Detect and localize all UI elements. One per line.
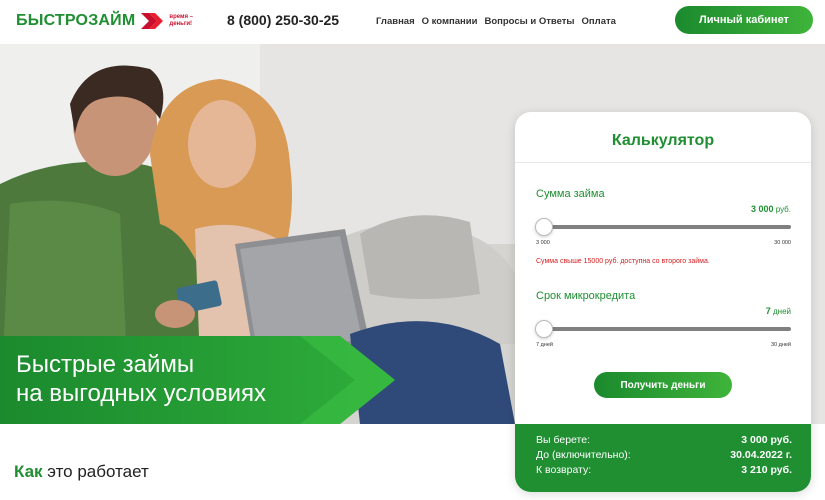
term-min-label: 7 дней xyxy=(536,342,553,348)
get-money-button[interactable]: Получить деньги xyxy=(594,372,732,398)
how-rest: это работает xyxy=(47,462,149,481)
amount-value: 3 000 руб. xyxy=(751,204,791,214)
term-value-unit: дней xyxy=(772,307,791,316)
summary-row-take: Вы берете: 3 000 руб. xyxy=(536,434,792,446)
amount-warning: Сумма свыше 15000 руб. доступна со второ… xyxy=(536,258,710,265)
hero-title: Быстрые займы на выгодных условиях xyxy=(16,350,266,408)
amount-value-number: 3 000 xyxy=(750,204,774,214)
term-label: Срок микрокредита xyxy=(536,290,636,302)
term-value: 7 дней xyxy=(766,306,791,316)
logo-text: БЫСТРОЗАЙМ xyxy=(16,12,136,29)
summary-row-return: К возврату: 3 210 руб. xyxy=(536,464,792,476)
how-highlight: Как xyxy=(14,462,43,481)
hero-title-line-2: на выгодных условиях xyxy=(16,380,266,407)
amount-slider-thumb[interactable] xyxy=(535,218,553,236)
term-max-label: 30 дней xyxy=(770,342,791,348)
personal-cabinet-button[interactable]: Личный кабинет xyxy=(675,6,813,34)
logo[interactable]: БЫСТРОЗАЙМ время – деньги! xyxy=(16,12,201,30)
summary-until-label: До (включительно): xyxy=(536,449,631,461)
main-nav: Главная О компании Вопросы и Ответы Опла… xyxy=(376,16,616,27)
summary-until-value: 30.04.2022 г. xyxy=(730,449,792,461)
nav-link-home[interactable]: Главная xyxy=(376,16,415,27)
calculator-divider xyxy=(515,162,811,163)
term-slider-thumb[interactable] xyxy=(535,320,553,338)
loan-summary: Вы берете: 3 000 руб. До (включительно):… xyxy=(515,424,811,492)
loan-calculator: Калькулятор Сумма займа 3 000 руб. 3 000… xyxy=(515,112,811,492)
page: БЫСТРОЗАЙМ время – деньги! 8 (800) 250-3… xyxy=(0,0,825,500)
summary-row-until: До (включительно): 30.04.2022 г. xyxy=(536,449,792,461)
summary-return-value: 3 210 руб. xyxy=(741,464,792,476)
nav-link-payment[interactable]: Оплата xyxy=(582,16,616,27)
logo-arrow-icon xyxy=(141,13,164,29)
amount-slider-track[interactable] xyxy=(539,225,791,229)
amount-max-label: 30 000 xyxy=(774,240,791,246)
nav-link-about[interactable]: О компании xyxy=(422,16,478,27)
hero-title-line-1: Быстрые займы xyxy=(16,351,195,378)
nav-link-faq[interactable]: Вопросы и Ответы xyxy=(484,16,574,27)
how-it-works-heading: Как это работает xyxy=(14,462,149,482)
amount-label: Сумма займа xyxy=(536,188,605,200)
calculator-title: Калькулятор xyxy=(611,132,715,149)
logo-tagline: время – деньги! xyxy=(169,14,193,27)
amount-value-unit: руб. xyxy=(775,205,791,214)
term-value-number: 7 xyxy=(765,306,771,316)
summary-take-label: Вы берете: xyxy=(536,434,590,446)
term-slider-track[interactable] xyxy=(539,327,791,331)
phone-number[interactable]: 8 (800) 250-30-25 xyxy=(227,12,339,28)
summary-return-label: К возврату: xyxy=(536,464,592,476)
summary-take-value: 3 000 руб. xyxy=(741,434,792,446)
header: БЫСТРОЗАЙМ время – деньги! 8 (800) 250-3… xyxy=(0,0,825,44)
amount-min-label: 3 000 xyxy=(536,240,550,246)
